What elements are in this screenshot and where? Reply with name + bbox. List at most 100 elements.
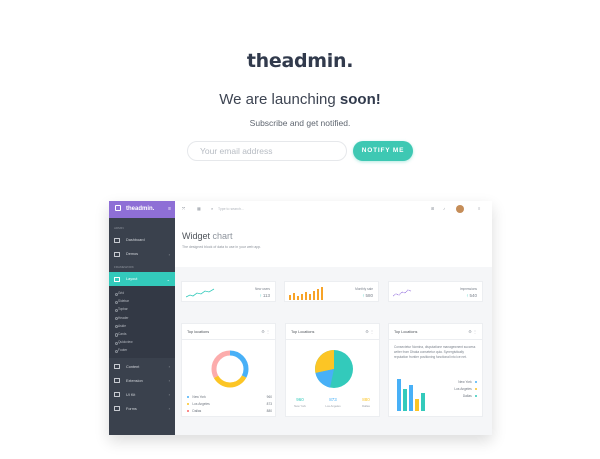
sidebar-item-extension[interactable]: Extension ›: [109, 374, 175, 388]
bell-icon[interactable]: ♪: [443, 206, 445, 211]
sidebar-item-label: Forms: [126, 406, 137, 411]
pie-chart: [315, 350, 353, 388]
legend-value: 873: [266, 402, 272, 406]
sidebar-item-forms[interactable]: Forms ›: [109, 402, 175, 416]
bar: [421, 393, 425, 411]
stat-label: Impressions: [459, 287, 477, 291]
legend-dot: [474, 387, 477, 391]
legend-dot: [474, 380, 477, 384]
stat-value: ↑540: [466, 293, 477, 298]
card-title: Top Locations: [394, 330, 418, 334]
search-input[interactable]: Type to search...: [218, 207, 244, 211]
page-description: The designed block of data to use in you…: [182, 245, 262, 249]
stat-label: Monthly sale: [355, 287, 373, 291]
location-value: 880: [362, 397, 370, 402]
legend-item: New York 960: [187, 395, 272, 399]
chevron-right-icon: ›: [168, 378, 170, 383]
layout-icon: [114, 276, 120, 282]
submenu-item[interactable]: Cards: [109, 330, 175, 338]
location-label: New York: [294, 404, 306, 408]
sidebar-brand: theadmin. ≡: [109, 201, 175, 218]
location-label: Dallas: [362, 404, 370, 408]
divider: [389, 339, 482, 340]
chevron-right-icon: ›: [168, 392, 170, 397]
bar: [409, 385, 413, 411]
stat-card-new-users: New users ↑113: [181, 281, 276, 302]
legend-dot: [474, 394, 477, 398]
legend-label: New York: [192, 395, 206, 399]
legend-label: Dallas: [192, 409, 202, 413]
stat-card-impressions: Impressions ↑540: [388, 281, 483, 302]
chevron-right-icon: ›: [168, 364, 170, 369]
monitor-icon: [114, 251, 120, 257]
legend-item: New York: [437, 380, 477, 384]
card-top-locations-donut: Top locations ⚙ ⋮ New York 960 Los Angele…: [181, 323, 276, 417]
puzzle-icon: [114, 378, 120, 383]
submenu-item[interactable]: Footer: [109, 346, 175, 354]
location-value: 960: [296, 397, 304, 402]
legend-value: 960: [266, 395, 272, 399]
menu-icon[interactable]: ≡: [478, 206, 480, 211]
sidebar-item-label: Demos: [126, 252, 139, 256]
legend-dot: [187, 409, 190, 413]
page-header: Widget chart The designed block of data …: [175, 218, 492, 267]
home-icon: [114, 237, 120, 243]
sidebar: theadmin. ≡ ADMIN Dashboard Demos › FRAMEW…: [109, 201, 175, 435]
list-icon: [114, 364, 120, 369]
sidebar-item-label: Content: [126, 364, 140, 369]
chevron-right-icon: ›: [168, 406, 170, 411]
submenu-item[interactable]: Aside: [109, 322, 175, 330]
headline-text: We are launching: [219, 91, 340, 108]
legend-item: Los Angeles 873: [187, 402, 272, 406]
sidebar-item-demos[interactable]: Demos ›: [109, 247, 175, 261]
sidebar-item-content[interactable]: Content ›: [109, 360, 175, 374]
submenu-item[interactable]: Topbar: [109, 305, 175, 313]
notify-me-button[interactable]: NOTIFY ME: [353, 141, 413, 161]
kit-icon: [114, 392, 120, 397]
legend-label: Dallas: [462, 394, 472, 398]
sidebar-brand-name: theadmin.: [126, 206, 155, 212]
pie-slice: [315, 350, 334, 373]
chevron-down-icon: ⌄: [166, 276, 170, 282]
dashboard-preview: theadmin. ≡ ADMIN Dashboard Demos › FRAMEW…: [109, 201, 492, 435]
stat-value: ↑580: [362, 293, 373, 298]
submenu-item[interactable]: Grid: [109, 289, 175, 297]
avatar[interactable]: [456, 205, 464, 213]
card-controls-icon[interactable]: ⚙ ⋮: [261, 329, 270, 334]
email-field[interactable]: [187, 141, 347, 161]
card-description: Consectetur Nomina, disputatione managew…: [394, 345, 476, 359]
bar: [403, 389, 407, 411]
card-top-locations-pie: Top Locations ⚙ ⋮ 960 New York 873 Los A…: [285, 323, 380, 417]
sidebar-item-label: Extension: [126, 378, 143, 383]
search-icon: ⌕: [211, 206, 214, 211]
card-title: Top Locations: [291, 330, 315, 334]
card-controls-icon[interactable]: ⚙ ⋮: [365, 329, 374, 334]
bar: [397, 379, 401, 411]
divider: [286, 339, 379, 340]
stat-label: New users: [254, 287, 270, 291]
sidebar-item-dashboard[interactable]: Dashboard: [109, 233, 175, 247]
submenu-item[interactable]: Header: [109, 314, 175, 322]
headline-emphasis: soon!: [339, 91, 381, 108]
expand-icon[interactable]: ⤧: [182, 206, 185, 211]
apps-icon[interactable]: ⊞: [431, 206, 434, 211]
stat-number: 113: [262, 293, 270, 298]
card-controls-icon[interactable]: ⚙ ⋮: [468, 329, 477, 334]
legend-item: Dallas: [437, 394, 477, 398]
submenu-item[interactable]: Sidebar: [109, 297, 175, 305]
stat-number: 580: [365, 293, 373, 298]
menu-toggle-icon[interactable]: ≡: [168, 201, 171, 218]
location-value: 873: [329, 397, 337, 402]
sidebar-item-layout[interactable]: Layout ⌄: [109, 272, 175, 286]
submenu-item[interactable]: Quickview: [109, 338, 175, 346]
launch-headline: We are launching soon!: [0, 91, 600, 108]
layout-submenu: Grid Sidebar Topbar Header Aside Cards Q…: [109, 286, 175, 358]
grid-icon[interactable]: ▦: [197, 206, 201, 211]
stat-number: 540: [469, 293, 477, 298]
subscribe-subtitle: Subscribe and get notified.: [249, 118, 351, 128]
legend-label: Los Angeles: [454, 387, 472, 391]
legend-item: Dallas 880: [187, 409, 272, 413]
page-title: Widget chart: [182, 231, 233, 241]
sidebar-item-ui-kit[interactable]: UI Kit ›: [109, 388, 175, 402]
brand-mark-icon: [115, 205, 121, 212]
